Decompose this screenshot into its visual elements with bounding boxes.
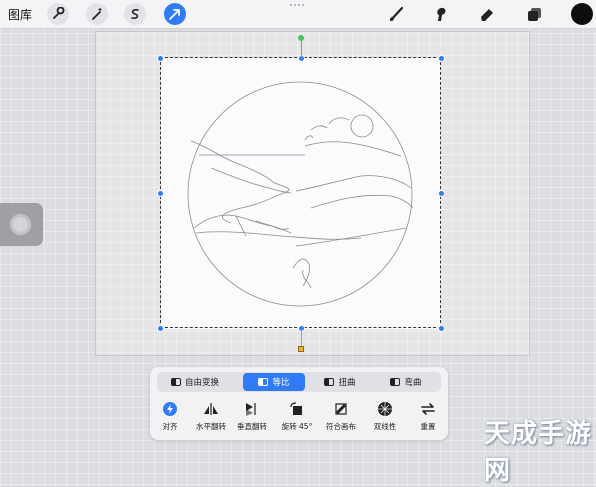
resize-handle-top-right[interactable] xyxy=(438,55,445,62)
flip-vertical-button[interactable]: 垂直翻转 xyxy=(232,400,272,438)
pivot-handle[interactable] xyxy=(298,346,304,352)
resize-handle-bottom-right[interactable] xyxy=(438,325,445,332)
flip-vertical-icon xyxy=(232,400,272,418)
mode-freeform-button[interactable]: 自由变换 xyxy=(161,373,229,391)
rotate-45-button[interactable]: 旋转 45° xyxy=(277,400,317,438)
snapping-button[interactable]: 对齐 xyxy=(150,400,190,438)
wrench-icon[interactable] xyxy=(47,3,69,25)
rotation-guide-line xyxy=(301,38,302,58)
resize-handle-top-left[interactable] xyxy=(157,55,164,62)
sidebar-knob[interactable] xyxy=(10,214,31,235)
uniform-icon xyxy=(258,378,269,386)
drag-grabber[interactable] xyxy=(290,4,304,10)
interpolation-button[interactable]: 双线性 xyxy=(365,400,405,438)
color-swatch[interactable] xyxy=(571,3,593,25)
resize-handle-left[interactable] xyxy=(157,190,164,197)
rotation-handle[interactable] xyxy=(298,35,304,41)
fit-canvas-icon xyxy=(321,400,361,418)
flip-horizontal-button[interactable]: 水平翻转 xyxy=(191,400,231,438)
eraser-icon[interactable] xyxy=(476,3,498,25)
freeform-icon xyxy=(170,378,181,386)
sidebar-size-slider[interactable] xyxy=(0,203,43,246)
warp-icon xyxy=(390,378,401,386)
pivot-guide-line xyxy=(301,329,302,347)
bilinear-icon xyxy=(365,400,405,418)
transform-mode-row: 自由变换 等比 扭曲 弯曲 xyxy=(157,372,441,392)
resize-handle-right[interactable] xyxy=(438,190,445,197)
transform-panel: 自由变换 等比 扭曲 弯曲 对齐 水平翻转 垂直翻转 旋转 45° 符合画布 双… xyxy=(150,367,448,440)
smudge-icon[interactable] xyxy=(430,3,452,25)
fit-to-canvas-button[interactable]: 符合画布 xyxy=(321,400,361,438)
reset-icon xyxy=(408,400,448,418)
selection-s-icon[interactable] xyxy=(124,3,146,25)
rotate-45-icon xyxy=(277,400,317,418)
flip-horizontal-icon xyxy=(191,400,231,418)
top-toolbar: 图库 xyxy=(0,0,596,29)
snap-lightning-icon xyxy=(150,400,190,418)
selection-bounding-box xyxy=(160,57,441,328)
gallery-button[interactable]: 图库 xyxy=(8,6,32,23)
layers-icon[interactable] xyxy=(524,3,546,25)
mode-warp-button[interactable]: 弯曲 xyxy=(375,373,437,391)
reset-button[interactable]: 重置 xyxy=(408,400,448,438)
mode-distort-button[interactable]: 扭曲 xyxy=(309,373,371,391)
brush-icon[interactable] xyxy=(386,3,408,25)
magic-wand-icon[interactable] xyxy=(86,3,108,25)
mode-uniform-button[interactable]: 等比 xyxy=(243,373,305,391)
distort-icon xyxy=(324,378,335,386)
watermark-text: 天成手游网 xyxy=(484,419,593,486)
resize-handle-bottom-left[interactable] xyxy=(157,325,164,332)
transform-arrow-icon[interactable] xyxy=(164,3,186,25)
